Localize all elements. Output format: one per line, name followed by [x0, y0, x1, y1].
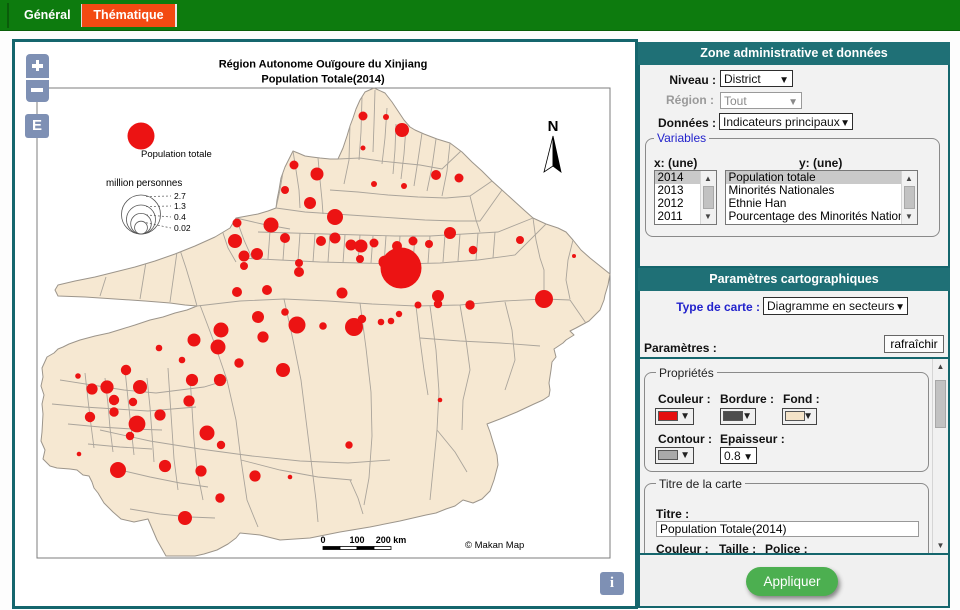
svg-text:0.4: 0.4 [174, 212, 186, 222]
svg-text:0.02: 0.02 [174, 223, 191, 233]
svg-text:200 km: 200 km [376, 535, 407, 545]
svg-text:Région Autonome Ouïgoure du Xi: Région Autonome Ouïgoure du Xinjiang [219, 59, 428, 71]
svg-text:2.7: 2.7 [174, 191, 186, 201]
svg-text:1.3: 1.3 [174, 201, 186, 211]
svg-text:0: 0 [320, 535, 325, 545]
svg-text:million personnes: million personnes [106, 178, 182, 189]
svg-text:N: N [548, 118, 559, 135]
svg-text:Population Totale(2014): Population Totale(2014) [261, 74, 385, 86]
svg-text:Population totale: Population totale [141, 149, 212, 160]
svg-text:© Makan Map: © Makan Map [465, 540, 524, 551]
svg-text:100: 100 [349, 535, 364, 545]
